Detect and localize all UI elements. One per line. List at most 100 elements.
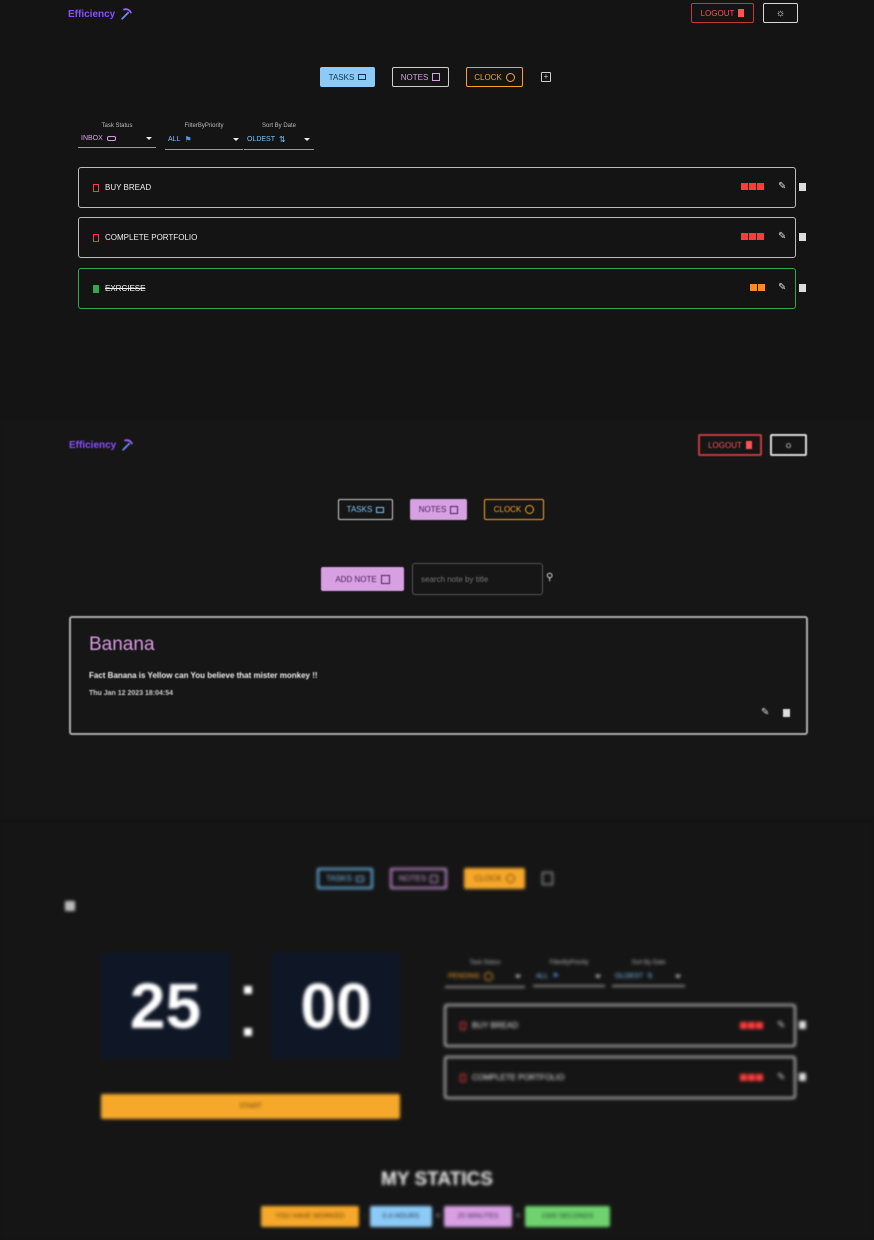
tab-notes-label: NOTES [418, 505, 447, 514]
tab-notes[interactable]: NOTES [392, 67, 449, 87]
filter-select[interactable]: INBOX [78, 135, 156, 148]
logout-button[interactable]: LOGOUT [691, 3, 754, 23]
task-item-completed[interactable]: EXRCIESE ✎ [78, 268, 796, 309]
trash-icon[interactable] [799, 1073, 806, 1081]
add-task-icon[interactable]: + [541, 72, 551, 82]
trash-icon[interactable] [799, 284, 806, 292]
filter-select[interactable]: ALL ⚑ [533, 972, 605, 987]
theme-toggle-button[interactable]: ☼ [763, 3, 798, 23]
chevron-down-icon [595, 974, 601, 978]
filter-priority[interactable]: FilterByPriority ALL ⚑ [533, 960, 605, 987]
add-note-button[interactable]: ADD NOTE [321, 567, 404, 591]
edit-pencil-icon[interactable]: ✎ [777, 1020, 785, 1031]
theme-toggle-button[interactable]: ☼ [770, 434, 807, 456]
list-icon [376, 506, 385, 513]
tab-tasks[interactable]: TASKS [320, 67, 375, 87]
note-date: Thu Jan 12 2023 18:04:54 [89, 690, 174, 697]
task-item[interactable]: COMPLETE PORTFOLIO ✎ [78, 217, 796, 258]
tab-notes[interactable]: NOTES [390, 868, 447, 889]
tab-tasks[interactable]: TASKS [338, 499, 393, 520]
stats-title: MY STATICS [381, 1169, 493, 1190]
filter-select[interactable]: PENDING [445, 972, 525, 988]
trash-icon[interactable] [799, 1021, 806, 1029]
filter-select[interactable]: OLDEST ⇅ [612, 972, 685, 987]
sort-icon: ⇅ [279, 135, 286, 144]
edit-pencil-icon[interactable]: ✎ [761, 707, 769, 718]
flag-icon [740, 1022, 747, 1029]
tab-notes[interactable]: NOTES [410, 499, 467, 520]
tab-tasks-label: TASKS [328, 72, 355, 82]
tab-clock-label: CLOCK [474, 874, 502, 883]
task-item[interactable]: COMPLETE PORTFOLIO ✎ [444, 1056, 796, 1099]
sort-icon: ⇅ [647, 973, 653, 980]
trash-icon[interactable] [783, 709, 790, 717]
task-item[interactable]: BUY BREAD ✎ [444, 1004, 796, 1047]
tab-clock[interactable]: CLOCK [464, 868, 525, 889]
task-item[interactable]: BUY BREAD ✎ [78, 167, 796, 208]
filter-select[interactable]: OLDEST ⇅ [244, 135, 314, 150]
trash-icon[interactable] [799, 233, 806, 241]
priority-flags [741, 183, 764, 190]
tab-clock[interactable]: CLOCK [466, 67, 523, 87]
filter-task-status[interactable]: Task Status INBOX [78, 123, 156, 148]
search-icon[interactable]: ⚲ [546, 572, 553, 583]
tab-clock[interactable]: CLOCK [484, 499, 544, 520]
trash-icon[interactable] [542, 872, 553, 885]
chevron-down-icon [233, 138, 239, 141]
note-card: Banana Fact Banana is Yellow can You bel… [69, 616, 808, 735]
edit-pencil-icon[interactable]: ✎ [778, 231, 786, 242]
task-title: COMPLETE PORTFOLIO [105, 233, 198, 242]
tab-tasks[interactable]: TASKS [317, 868, 373, 889]
filter-label: FilterByPriority [549, 960, 589, 966]
chevron-down-icon [304, 138, 310, 141]
bookmark-icon [93, 284, 99, 293]
filter-label: Task Status [469, 960, 501, 966]
tasks-screen: Efficiency LOGOUT ☼ TASKS NOTES CLOCK + … [0, 0, 874, 420]
filter-value: ALL [536, 972, 549, 980]
flag-icon [749, 183, 756, 190]
flag-icon [758, 284, 765, 291]
start-button[interactable]: START [101, 1094, 400, 1119]
priority-flags [740, 1074, 763, 1081]
edit-pencil-icon[interactable]: ✎ [778, 181, 786, 192]
hours-chip: 0.4 HOURS [370, 1206, 432, 1227]
tab-tasks-label: TASKS [326, 874, 352, 883]
filter-value: OLDEST [247, 136, 276, 143]
filter-label: FilterByPriority [184, 123, 224, 129]
brand[interactable]: Efficiency [68, 7, 133, 21]
edit-pencil-icon[interactable]: ✎ [777, 1072, 785, 1083]
flag-icon [740, 1074, 747, 1081]
task-title: BUY BREAD [472, 1021, 519, 1030]
seconds-chip: 1500 SECONDS [525, 1206, 610, 1227]
flag-icon [749, 233, 756, 240]
trash-icon[interactable] [799, 183, 806, 191]
tab-clock-label: CLOCK [493, 505, 522, 514]
tab-clock-label: CLOCK [474, 72, 502, 82]
filter-select[interactable]: ALL ⚑ [165, 135, 243, 150]
priority-flags [750, 284, 765, 291]
filter-value: ALL [168, 136, 181, 143]
stats-separator: : [364, 1213, 366, 1220]
note-icon [430, 874, 439, 883]
close-icon[interactable] [65, 901, 75, 911]
logout-button[interactable]: LOGOUT [698, 434, 762, 456]
tab-notes-label: NOTES [400, 72, 429, 82]
filter-value: OLDEST [615, 972, 644, 980]
clock-icon [525, 505, 535, 514]
filter-sort[interactable]: Sort By Date OLDEST ⇅ [612, 960, 685, 987]
brand[interactable]: Efficiency [69, 438, 134, 452]
filter-sort[interactable]: Sort By Date OLDEST ⇅ [244, 123, 314, 150]
notes-screen: Efficiency LOGOUT ☼ TASKS NOTES CLOCK AD… [0, 420, 874, 820]
door-icon [745, 441, 752, 449]
bookmark-icon [93, 183, 99, 192]
clock-icon [483, 972, 493, 981]
filter-value: INBOX [81, 135, 103, 142]
filter-priority[interactable]: FilterByPriority ALL ⚑ [165, 123, 243, 150]
search-note-input[interactable] [412, 563, 543, 595]
filter-task-status[interactable]: Task Status PENDING [445, 960, 525, 988]
edit-pencil-icon[interactable]: ✎ [778, 282, 786, 293]
stats-separator: = [435, 1213, 441, 1220]
tab-tasks-label: TASKS [346, 505, 373, 514]
flag-icon [741, 183, 748, 190]
clock-icon [505, 874, 515, 883]
